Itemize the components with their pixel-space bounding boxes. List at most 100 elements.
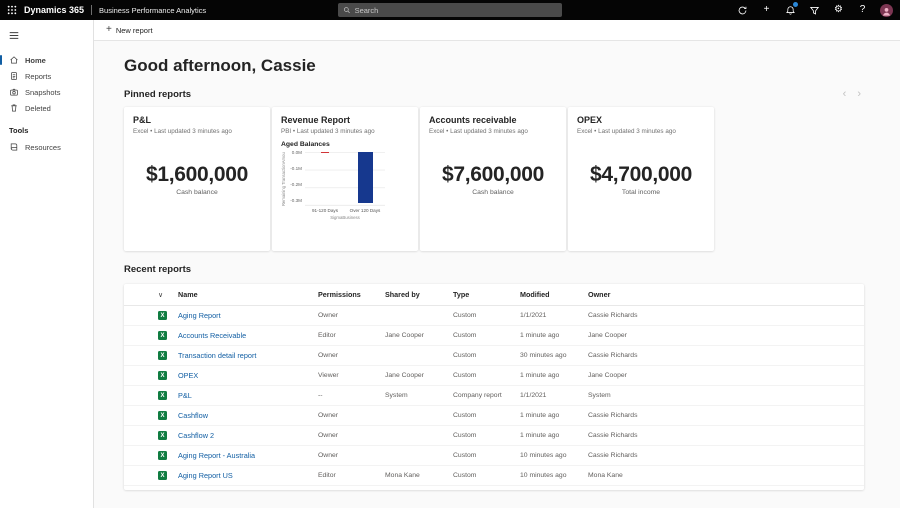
command-bar: + New report <box>94 20 900 41</box>
sidebar-item-reports[interactable]: Reports <box>0 68 93 84</box>
report-type: Custom <box>453 452 520 459</box>
brand-title[interactable]: Dynamics 365 <box>24 5 84 15</box>
stat-value: $7,600,000 <box>420 163 566 187</box>
report-modified: 1 minute ago <box>520 332 588 339</box>
stat-value: $1,600,000 <box>124 163 270 187</box>
report-shared-by: Mona Kane <box>385 472 453 479</box>
report-type: Custom <box>453 472 520 479</box>
report-name-link[interactable]: P&L <box>178 391 192 400</box>
report-name-link[interactable]: Cashflow <box>178 411 208 420</box>
chevron-left-icon[interactable]: ‹ <box>843 89 847 100</box>
search-icon <box>343 6 351 14</box>
report-type: Company report <box>453 392 520 399</box>
column-header-owner[interactable]: Owner <box>588 290 864 299</box>
report-owner: Cassie Richards <box>588 412 864 419</box>
report-owner: Cassie Richards <box>588 452 864 459</box>
app-name[interactable]: Business Performance Analytics <box>99 6 206 15</box>
pinned-reports-title: Pinned reports <box>124 89 191 100</box>
report-modified: 1/1/2021 <box>520 392 588 399</box>
report-owner: Jane Cooper <box>588 372 864 379</box>
report-permissions: Viewer <box>318 372 385 379</box>
table-body: X Aging Report Owner Custom 1/1/2021 Cas… <box>124 306 864 486</box>
card-subtitle: Excel • Last updated 3 minutes ago <box>429 128 557 135</box>
user-avatar[interactable] <box>880 4 893 17</box>
hamburger-menu-icon[interactable] <box>0 20 93 52</box>
table-row[interactable]: X Aging Report - Australia Owner Custom … <box>124 446 864 466</box>
chart-x-axis-caption: SigmaBusiness <box>305 215 385 220</box>
chart-bar-91-120-days <box>321 152 329 154</box>
sidebar-item-label: Reports <box>25 72 51 81</box>
sidebar-item-snapshots[interactable]: Snapshots <box>0 84 93 100</box>
column-header-permissions[interactable]: Permissions <box>318 290 385 299</box>
report-permissions: Editor <box>318 332 385 339</box>
excel-icon: X <box>158 371 167 380</box>
report-type: Custom <box>453 412 520 419</box>
book-icon <box>9 142 19 152</box>
global-search[interactable] <box>338 3 562 17</box>
card-stat: $1,600,000 Cash balance <box>124 163 270 196</box>
report-modified: 1 minute ago <box>520 432 588 439</box>
chevron-right-icon[interactable]: › <box>857 89 861 100</box>
column-header-type[interactable]: Type <box>453 290 520 299</box>
table-row[interactable]: X Transaction detail report Owner Custom… <box>124 346 864 366</box>
sidebar-item-label: Home <box>25 56 46 65</box>
report-modified: 1/1/2021 <box>520 312 588 319</box>
report-modified: 10 minutes ago <box>520 472 588 479</box>
chevron-down-icon: ∨ <box>158 292 163 299</box>
recent-reports-table: ∨ Name Permissions Shared by Type Modifi… <box>124 284 864 490</box>
waffle-icon <box>7 5 17 15</box>
notifications-bell-icon[interactable] <box>784 4 797 17</box>
home-icon <box>9 55 19 65</box>
table-row[interactable]: X Accounts Receivable Editor Jane Cooper… <box>124 326 864 346</box>
sync-icon[interactable] <box>736 4 749 17</box>
new-report-button[interactable]: + New report <box>100 22 159 38</box>
pinned-card-accounts-receivable[interactable]: Accounts receivable Excel • Last updated… <box>420 107 566 251</box>
table-row[interactable]: X OPEX Viewer Jane Cooper Custom 1 minut… <box>124 366 864 386</box>
new-report-label: New report <box>116 26 153 35</box>
column-header-shared-by[interactable]: Shared by <box>385 290 453 299</box>
app-launcher-waffle-icon[interactable] <box>0 0 24 20</box>
report-permissions: Owner <box>318 432 385 439</box>
sidebar-item-resources[interactable]: Resources <box>0 139 93 155</box>
topbar-actions: + ⚙ ? <box>736 4 900 17</box>
sidebar-item-deleted[interactable]: Deleted <box>0 100 93 116</box>
search-input[interactable] <box>355 6 557 15</box>
column-header-name[interactable]: Name <box>178 290 318 299</box>
filter-icon[interactable] <box>808 4 821 17</box>
column-header-modified[interactable]: Modified <box>520 290 588 299</box>
table-row[interactable]: X Aging Report US Editor Mona Kane Custo… <box>124 466 864 486</box>
top-bar: Dynamics 365 Business Performance Analyt… <box>0 0 900 20</box>
table-row[interactable]: X Aging Report Owner Custom 1/1/2021 Cas… <box>124 306 864 326</box>
help-icon[interactable]: ? <box>856 4 869 17</box>
card-subtitle: PBI • Last updated 3 minutes ago <box>281 128 409 135</box>
pinned-card-opex[interactable]: OPEX Excel • Last updated 3 minutes ago … <box>568 107 714 251</box>
report-name-link[interactable]: Accounts Receivable <box>178 331 246 340</box>
select-all-header[interactable]: ∨ <box>124 291 178 299</box>
table-row[interactable]: X Cashflow 2 Owner Custom 1 minute ago C… <box>124 426 864 446</box>
card-title: OPEX <box>577 115 705 125</box>
report-name-link[interactable]: Aging Report US <box>178 471 233 480</box>
quick-create-plus-icon[interactable]: + <box>760 4 773 17</box>
report-type: Custom <box>453 432 520 439</box>
report-name-link[interactable]: OPEX <box>178 371 198 380</box>
report-owner: Mona Kane <box>588 472 864 479</box>
report-modified: 1 minute ago <box>520 412 588 419</box>
table-row[interactable]: X Cashflow Owner Custom 1 minute ago Cas… <box>124 406 864 426</box>
settings-gear-icon[interactable]: ⚙ <box>832 4 845 17</box>
camera-icon <box>9 87 19 97</box>
bar-chart-plot <box>305 152 385 206</box>
pinned-card-revenue-report[interactable]: Revenue Report PBI • Last updated 3 minu… <box>272 107 418 251</box>
report-name-link[interactable]: Cashflow 2 <box>178 431 214 440</box>
report-name-link[interactable]: Aging Report - Australia <box>178 451 255 460</box>
report-type: Custom <box>453 332 520 339</box>
sidebar-item-home[interactable]: Home <box>0 52 93 68</box>
chart-y-ticks: 0.0M -0.1M -0.2M -0.3M <box>288 150 305 204</box>
stat-value: $4,700,000 <box>568 163 714 187</box>
report-name-link[interactable]: Aging Report <box>178 311 221 320</box>
excel-icon: X <box>158 351 167 360</box>
pinned-card-pl[interactable]: P&L Excel • Last updated 3 minutes ago $… <box>124 107 270 251</box>
main-content: Good afternoon, Cassie Pinned reports ‹ … <box>94 41 900 508</box>
topbar-divider <box>91 5 92 15</box>
table-row[interactable]: X P&L -- System Company report 1/1/2021 … <box>124 386 864 406</box>
report-name-link[interactable]: Transaction detail report <box>178 351 256 360</box>
